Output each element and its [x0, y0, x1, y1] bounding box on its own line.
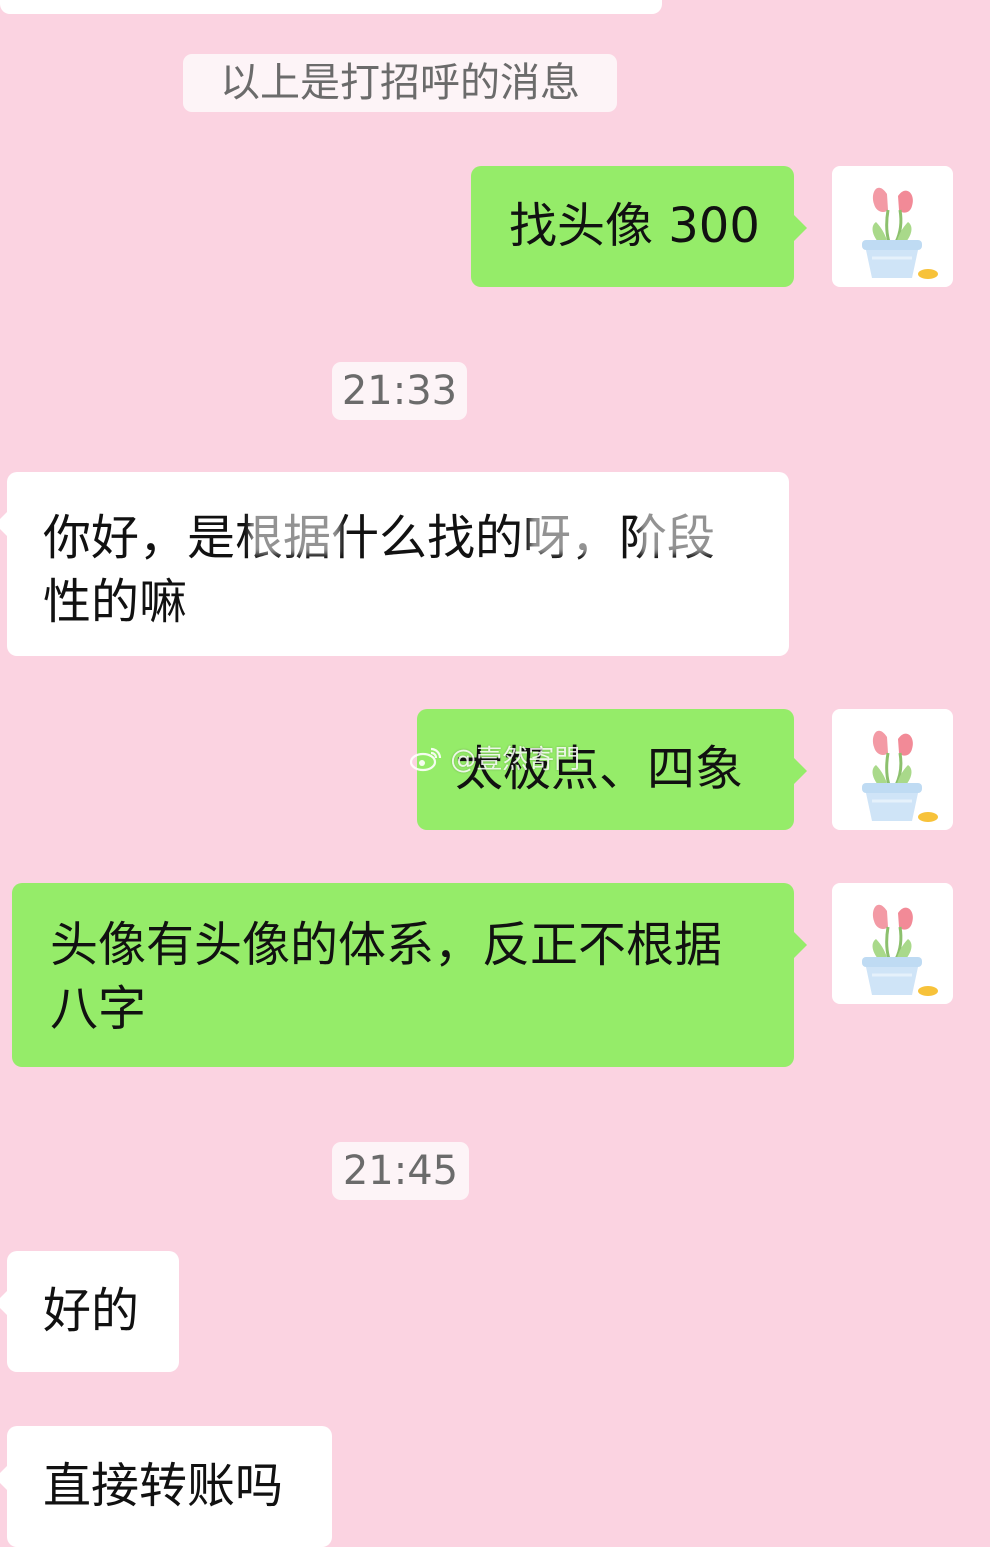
timestamp: 21:33: [332, 362, 467, 420]
message-text: 头像有头像的体系，反正不根据八字: [50, 917, 723, 1037]
previous-message-bubble[interactable]: [0, 0, 662, 14]
message-bubble-incoming[interactable]: 好的: [0, 1251, 179, 1372]
message-bubble-incoming[interactable]: 直接转账吗: [0, 1426, 332, 1547]
censor-blur: [250, 508, 340, 554]
tulip-pot-icon: [862, 730, 938, 822]
timestamp: 21:45: [332, 1142, 469, 1200]
watermark-text: @壹然寄門: [450, 745, 581, 775]
message-text: 你好，是根据什么找的呀，阶段性的嘛: [43, 510, 716, 630]
censor-blur: [530, 508, 600, 554]
watermark: @壹然寄門: [410, 743, 580, 777]
my-avatar[interactable]: [832, 166, 953, 287]
message-bubble-outgoing[interactable]: 找头像 300: [471, 166, 807, 287]
greeting-notice: 以上是打招呼的消息: [183, 54, 617, 112]
message-text: 找头像 300: [509, 198, 760, 254]
message-bubble-outgoing[interactable]: 头像有头像的体系，反正不根据八字: [12, 883, 807, 1067]
my-avatar[interactable]: [832, 883, 953, 1004]
tulip-pot-icon: [862, 187, 938, 279]
message-text: 好的: [43, 1283, 140, 1339]
tulip-pot-icon: [862, 904, 938, 996]
message-bubble-incoming[interactable]: 你好，是根据什么找的呀，阶段性的嘛: [0, 472, 789, 656]
censor-blur: [640, 508, 750, 554]
my-avatar[interactable]: [832, 709, 953, 830]
chat-window: 以上是打招呼的消息 找头像 300 21:33 你好，是根据什么找的呀，阶段性的…: [0, 0, 990, 1547]
message-text: 直接转账吗: [43, 1458, 284, 1514]
weibo-icon: [410, 747, 442, 772]
